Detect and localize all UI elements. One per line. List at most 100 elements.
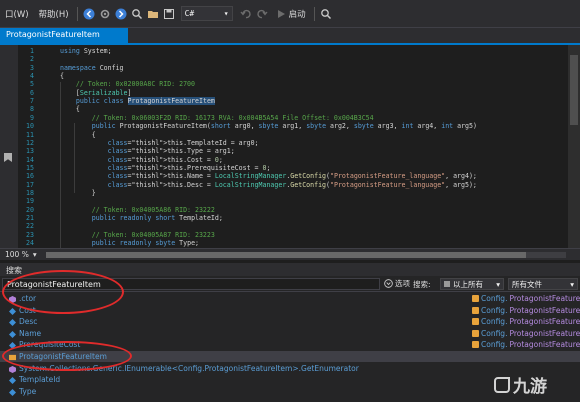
result-location: Config.ProtagonistFeatureItem bbox=[472, 316, 580, 327]
code-text: // Token: 0x04005A86 RID: 23222 bbox=[91, 205, 215, 214]
code-text: { bbox=[60, 72, 64, 81]
chevron-down-icon: ▾ bbox=[496, 279, 500, 289]
result-name: Cost bbox=[19, 305, 36, 315]
search-scope-select[interactable]: 以上所有 ▾ bbox=[440, 278, 504, 290]
open-file-icon[interactable] bbox=[146, 7, 160, 21]
back-icon[interactable] bbox=[82, 7, 96, 21]
tab-protagonist-feature-item[interactable]: ProtagonistFeatureItem bbox=[0, 28, 128, 43]
code-text: public readonly short TemplateId; bbox=[91, 214, 223, 222]
horizontal-scrollbar[interactable] bbox=[46, 252, 566, 258]
chevron-down-circle-icon bbox=[384, 279, 393, 288]
save-icon[interactable] bbox=[162, 7, 176, 21]
code-text: public ProtagonistFeatureItem(short arg0… bbox=[91, 122, 477, 131]
code-text: { bbox=[60, 130, 96, 139]
result-location: Config.ProtagonistFeatureItem bbox=[472, 328, 580, 339]
result-location-type: ProtagonistFeatureItem bbox=[509, 328, 580, 338]
watermark-logo-icon bbox=[494, 376, 510, 393]
menu-bar: 口(W) 帮助(H) C# ▾ 启动 bbox=[0, 0, 580, 28]
result-name: TemplateId bbox=[19, 375, 61, 385]
search-panel-title: 搜索 bbox=[0, 263, 580, 276]
zoom-control[interactable]: 100 % ▾ bbox=[0, 250, 37, 259]
search-icon[interactable] bbox=[319, 7, 333, 21]
file-filter-value: 所有文件 bbox=[512, 279, 542, 289]
result-location-type: ProtagonistFeatureItem bbox=[509, 305, 580, 315]
result-location-namespace: Config. bbox=[481, 317, 508, 327]
result-name: Name bbox=[19, 328, 42, 338]
code-text: class="thishl">this.Name = LocalStringMa… bbox=[107, 172, 477, 181]
search-result-row[interactable]: Cost Config.ProtagonistFeatureItem bbox=[0, 305, 580, 316]
search-result-row[interactable]: TemplateId bbox=[0, 374, 580, 385]
run-button-label: 启动 bbox=[288, 9, 306, 20]
class-icon bbox=[472, 318, 479, 326]
watermark-text: 九游 bbox=[513, 377, 547, 397]
result-name: ProtagonistFeatureItem bbox=[19, 352, 107, 361]
result-name: Type bbox=[19, 386, 37, 396]
line-number: 24 bbox=[26, 239, 34, 248]
field-icon bbox=[9, 307, 16, 315]
language-select[interactable]: C# ▾ bbox=[180, 6, 233, 21]
settings-icon[interactable] bbox=[98, 7, 112, 21]
language-select-value: C# bbox=[184, 9, 195, 18]
menu-window[interactable]: 口(W) bbox=[0, 8, 34, 20]
result-location-type: ProtagonistFeatureItem bbox=[509, 294, 580, 303]
editor-margin bbox=[0, 45, 18, 248]
code-text: public class ProtagonistFeatureItem bbox=[75, 97, 215, 106]
result-location: Config.ProtagonistFeatureItem bbox=[472, 305, 580, 316]
search-icon[interactable] bbox=[130, 7, 144, 21]
search-result-row[interactable]: ProtagonistFeatureItem bbox=[0, 351, 580, 362]
class-icon bbox=[9, 353, 16, 361]
result-name: .ctor bbox=[19, 294, 37, 303]
forward-icon[interactable] bbox=[114, 7, 128, 21]
chevron-down-icon: ▾ bbox=[223, 9, 229, 18]
options-button[interactable]: 选项 bbox=[384, 278, 410, 289]
code-text: using System; bbox=[60, 47, 112, 55]
code-editor[interactable]: 1 using System; 2 3 namespace Config 4{5 // T… bbox=[0, 45, 580, 248]
field-icon bbox=[9, 330, 16, 338]
options-label: 选项 bbox=[395, 279, 410, 288]
code-line[interactable]: 24 public readonly sbyte Type; bbox=[18, 239, 563, 248]
field-icon bbox=[9, 318, 16, 327]
result-location-type: ProtagonistFeatureItem bbox=[509, 340, 580, 350]
search-result-row[interactable]: Desc Config.ProtagonistFeatureItem bbox=[0, 316, 580, 327]
search-result-row[interactable]: Name Config.ProtagonistFeatureItem bbox=[0, 328, 580, 339]
class-icon bbox=[472, 295, 479, 302]
run-button[interactable]: 启动 bbox=[276, 8, 306, 20]
vertical-scrollbar[interactable] bbox=[568, 45, 580, 248]
menu-help[interactable]: 帮助(H) bbox=[34, 8, 74, 20]
search-input[interactable] bbox=[2, 278, 380, 290]
result-location: Config.ProtagonistFeatureItem bbox=[472, 293, 580, 304]
search-result-row[interactable]: .ctor Config.ProtagonistFeatureItem bbox=[0, 293, 580, 304]
code-text: // Token: 0x06003F2D RID: 16173 RVA: 0x0… bbox=[91, 113, 374, 122]
search-scope-value: 以上所有 bbox=[453, 279, 483, 289]
file-filter-select[interactable]: 所有文件 ▾ bbox=[508, 278, 578, 290]
search-result-row[interactable]: PrerequisiteCost Config. ProtagonistFeatur… bbox=[0, 339, 580, 350]
result-location: Config.ProtagonistFeatureItem bbox=[472, 339, 580, 350]
result-name: Desc bbox=[19, 317, 38, 327]
result-location-type: ProtagonistFeatureItem bbox=[509, 317, 580, 327]
method-icon bbox=[9, 365, 16, 373]
field-icon bbox=[9, 388, 16, 396]
code-text: [Serializable] bbox=[60, 88, 132, 97]
result-location-namespace: Config. bbox=[481, 305, 508, 315]
scrollbar-thumb[interactable] bbox=[46, 252, 526, 258]
class-icon bbox=[472, 306, 479, 314]
undo-icon[interactable] bbox=[239, 7, 253, 21]
watermark: 九游 bbox=[494, 372, 547, 397]
search-result-row[interactable]: System.Collections.Generic.IEnumerable<C… bbox=[0, 363, 580, 374]
result-location-namespace: Config. bbox=[481, 340, 508, 350]
search-result-row[interactable]: Type bbox=[0, 386, 580, 397]
search-scope-icon bbox=[444, 281, 450, 287]
code-text: class="thishl">this.Type = arg1; bbox=[107, 147, 235, 156]
chevron-down-icon: ▾ bbox=[32, 250, 37, 259]
zoom-level: 100 % bbox=[5, 250, 29, 259]
search-results-list: .ctorConfig.ProtagonistFeatureItemCostCo… bbox=[0, 292, 580, 402]
editor-status-row: 100 % ▾ bbox=[0, 248, 580, 260]
redo-icon[interactable] bbox=[255, 7, 269, 21]
code-text: } bbox=[60, 188, 96, 197]
search-scope-label: 搜索: bbox=[413, 280, 431, 289]
scrollbar-thumb[interactable] bbox=[570, 55, 578, 125]
result-name: System.Collections.Generic.IEnumerable<C… bbox=[19, 363, 359, 373]
field-icon bbox=[9, 341, 16, 350]
document-tab-strip: ProtagonistFeatureItem bbox=[0, 28, 580, 43]
code-text: class="thishl">this.TemplateId = arg0; bbox=[107, 138, 259, 147]
